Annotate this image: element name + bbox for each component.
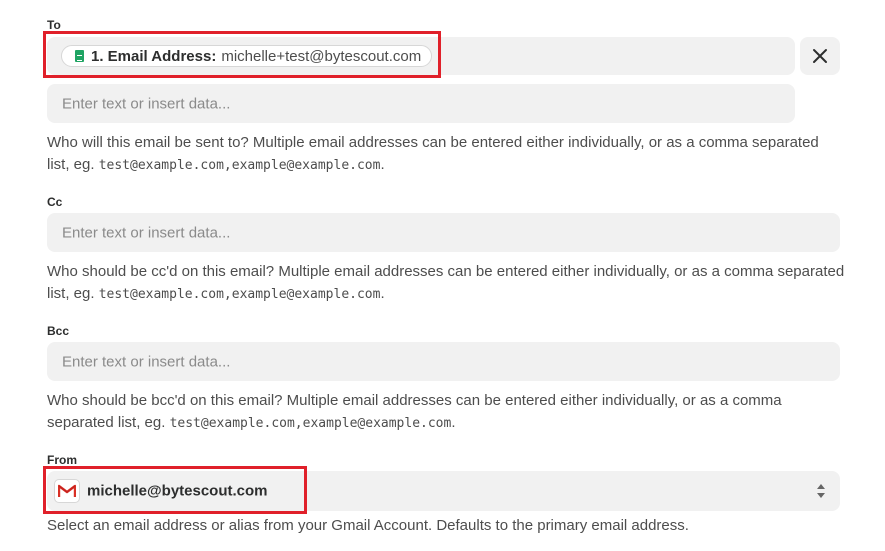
to-data-chip[interactable]: 1. Email Address: michelle+test@bytescou… (61, 45, 433, 67)
cc-help-example: test@example.com,example@example.com (98, 287, 381, 302)
cc-label: Cc (47, 195, 63, 209)
from-help-text: Select an email address or alias from yo… (47, 517, 689, 534)
to-extra-input[interactable]: Enter text or insert data... (47, 84, 795, 123)
to-extra-placeholder: Enter text or insert data... (62, 95, 231, 112)
gmail-icon (54, 479, 80, 503)
close-icon (813, 49, 827, 63)
cc-help-suffix: . (380, 285, 385, 302)
from-label: From (47, 453, 77, 467)
chip-value: michelle+test@bytescout.com (221, 47, 422, 65)
to-label: To (47, 18, 61, 32)
cc-help-text: Who should be cc'd on this email? Multip… (47, 261, 845, 306)
bcc-input[interactable]: Enter text or insert data... (47, 342, 840, 381)
select-arrows-icon (817, 484, 825, 498)
to-help-example: test@example.com,example@example.com (98, 158, 381, 173)
to-help-text: Who will this email be sent to? Multiple… (47, 132, 845, 177)
cc-input[interactable]: Enter text or insert data... (47, 213, 840, 252)
from-selected-value: michelle@bytescout.com (87, 482, 268, 500)
bcc-help-example: test@example.com,example@example.com (169, 416, 452, 431)
google-sheets-icon (75, 50, 84, 62)
bcc-help-suffix: . (451, 414, 456, 431)
remove-to-button[interactable] (800, 37, 840, 75)
bcc-help-text: Who should be bcc'd on this email? Multi… (47, 390, 845, 435)
bcc-label: Bcc (47, 324, 70, 338)
to-field[interactable]: 1. Email Address: michelle+test@bytescou… (47, 37, 795, 75)
cc-placeholder: Enter text or insert data... (62, 224, 231, 241)
from-select[interactable]: michelle@bytescout.com (47, 471, 840, 511)
to-help-suffix: . (380, 156, 385, 173)
bcc-placeholder: Enter text or insert data... (62, 353, 231, 370)
chip-step-label: 1. Email Address: (91, 47, 217, 65)
